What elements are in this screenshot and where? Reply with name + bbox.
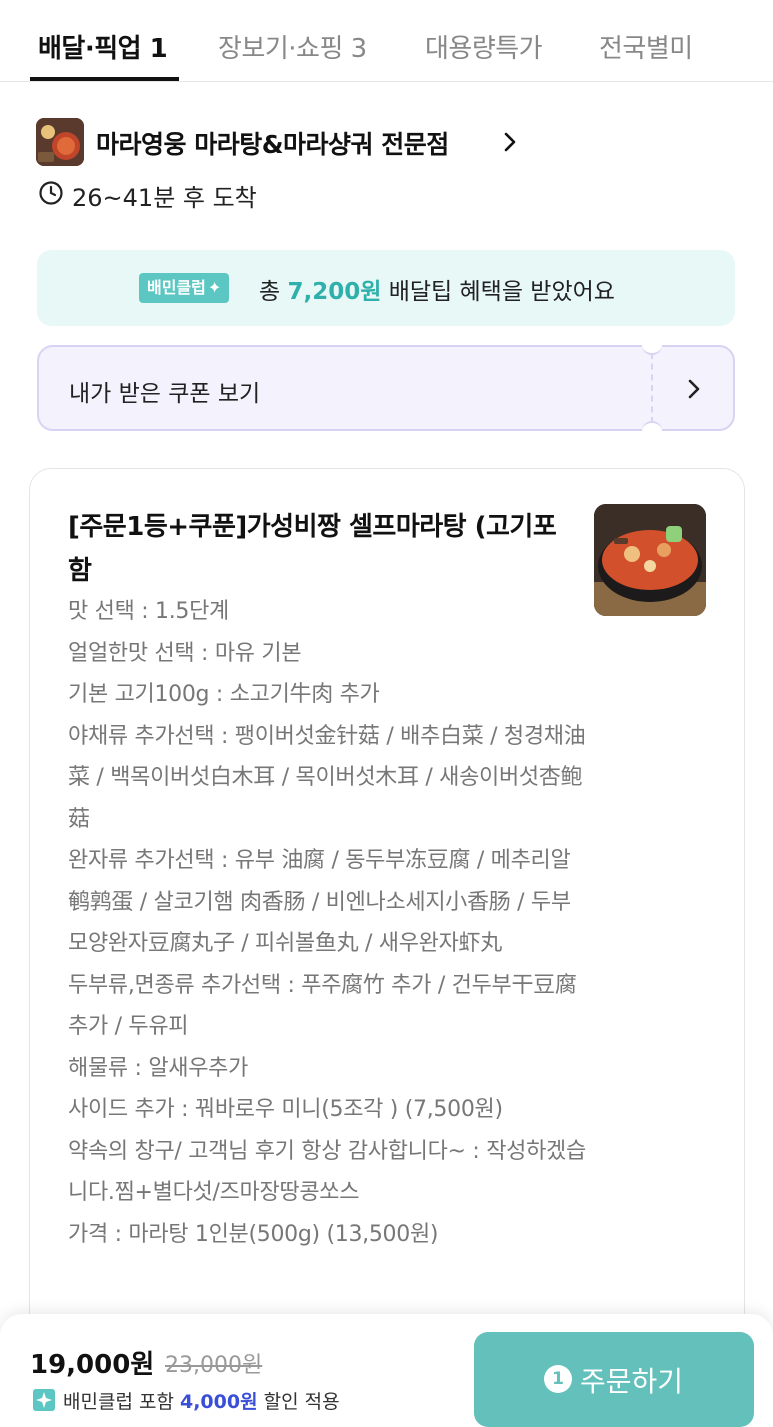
option-line: 약속의 창구/ 고객님 후기 항상 감사합니다~ : 작성하겠습니다.찜+별다섯…	[68, 1138, 586, 1206]
coupon-label: 내가 받은 쿠폰 보기	[69, 381, 261, 407]
view-coupons-button[interactable]: 내가 받은 쿠폰 보기	[37, 335, 735, 441]
checkout-bar: 19,000원 23,000원 배민클럽 포함 4,000원 할인 적용 1 주…	[0, 1314, 773, 1427]
chevron-right-icon	[688, 379, 700, 399]
option-line: 얼얼한맛 선택 : 마유 기본	[68, 640, 302, 666]
benefit-amount: 7,200원	[287, 279, 382, 305]
option-line: 완자류 추가선택 : 유부 油腐 / 동두부冻豆腐 / 메추리알鹌鹑蛋 / 살코…	[68, 848, 571, 956]
tab-grocery-shopping[interactable]: 장보기·쇼핑 3	[218, 28, 367, 65]
chevron-right-icon[interactable]	[500, 128, 520, 156]
ticket-notch-top	[642, 335, 662, 355]
option-line: 두부류,면종류 추가선택 : 푸주腐竹 추가 / 건두부干豆腐 추가 / 두유피	[68, 972, 577, 1040]
baemin-club-icon	[33, 1389, 55, 1411]
baemin-club-badge: 배민클럽 ✦	[139, 273, 230, 303]
option-line: 가격 : 마라탕 1인분(500g) (13,500원)	[68, 1221, 439, 1247]
active-tab-indicator	[30, 77, 179, 81]
delivery-eta: 26~41분 후 도착	[72, 184, 257, 212]
delivery-tip-benefit-banner: 배민클럽 ✦ 총 7,200원 배달팁 혜택을 받았어요	[37, 250, 735, 326]
option-list: 맛 선택 : 1.5단계 얼얼한맛 선택 : 마유 기본 기본 고기100g :…	[68, 591, 588, 1255]
option-line: 기본 고기100g : 소고기牛肉 추가	[68, 682, 380, 707]
option-line: 해물류 : 알새우추가	[68, 1055, 249, 1081]
menu-item-image	[594, 504, 706, 616]
category-tabs: 배달·픽업 1 장보기·쇼핑 3 대용량특가 전국별미	[0, 0, 773, 82]
store-logo	[36, 118, 84, 166]
benefit-message: 총 7,200원 배달팁 혜택을 받았어요	[259, 279, 615, 305]
tab-delivery-pickup[interactable]: 배달·픽업 1	[38, 28, 168, 65]
ticket-divider	[651, 353, 653, 423]
tab-bulk-deals[interactable]: 대용량특가	[425, 28, 543, 65]
menu-item-title[interactable]: [주문1등+쿠푼]가성비짱 셀프마라탕 (고기포함	[68, 505, 578, 593]
sparkle-icon: ✦	[207, 278, 222, 297]
ticket-notch-bottom	[642, 421, 662, 441]
discount-summary: 배민클럽 포함 4,000원 할인 적용	[63, 1391, 340, 1413]
tab-regional-specialties[interactable]: 전국별미	[599, 28, 693, 65]
order-item-card: [주문1등+쿠푼]가성비짱 셀프마라탕 (고기포함 맛 선택 : 1.5단계 얼…	[29, 468, 745, 1427]
clock-icon	[39, 181, 63, 205]
store-name[interactable]: 마라영웅 마라탕&마라샹궈 전문점	[96, 125, 449, 161]
option-line: 사이드 추가 : 꿔바로우 미니(5조각 ) (7,500원)	[68, 1097, 503, 1122]
option-line: 맛 선택 : 1.5단계	[68, 599, 229, 624]
order-button-label: 주문하기	[580, 1365, 684, 1398]
original-price: 23,000원	[165, 1353, 263, 1378]
total-price: 19,000원	[30, 1350, 155, 1380]
option-line: 야채류 추가선택 : 팽이버섯金针菇 / 배추白菜 / 청경채油菜 / 백목이버…	[68, 723, 586, 832]
order-button[interactable]: 1 주문하기	[474, 1332, 754, 1427]
discount-amount: 4,000원	[179, 1391, 258, 1413]
order-count-badge: 1	[544, 1365, 572, 1393]
